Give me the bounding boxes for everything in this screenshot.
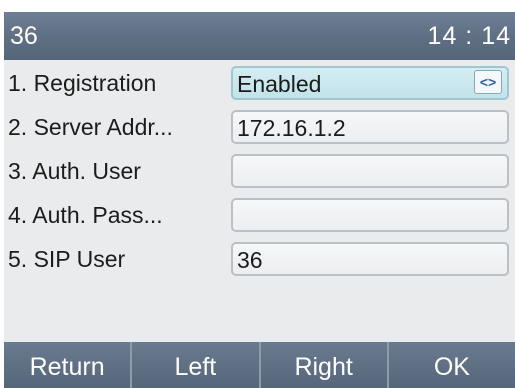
row-auth-password[interactable]: 4. Auth. Pass... bbox=[4, 194, 515, 238]
sip-user-field[interactable]: 36 bbox=[231, 242, 509, 276]
softkey-bar: Return Left Right OK bbox=[4, 342, 515, 388]
left-softkey[interactable]: Left bbox=[130, 342, 258, 388]
registration-value: Enabled bbox=[237, 71, 322, 97]
auth-password-label: 4. Auth. Pass... bbox=[8, 202, 163, 228]
auth-user-label: 3. Auth. User bbox=[8, 158, 141, 184]
status-bar: 36 14 : 14 bbox=[4, 12, 515, 60]
row-sip-user[interactable]: 5. SIP User 36 bbox=[4, 238, 515, 282]
phone-screen: 36 14 : 14 1. Registration Enabled <> 2.… bbox=[4, 12, 515, 388]
clock: 14 : 14 bbox=[427, 22, 511, 50]
registration-label: 1. Registration bbox=[8, 70, 157, 96]
account-settings-list: 1. Registration Enabled <> 2. Server Add… bbox=[4, 60, 515, 342]
auth-password-field[interactable] bbox=[231, 198, 509, 232]
auth-user-field[interactable] bbox=[231, 154, 509, 188]
registration-select[interactable]: Enabled <> bbox=[231, 66, 509, 100]
return-softkey[interactable]: Return bbox=[4, 342, 130, 388]
row-registration[interactable]: 1. Registration Enabled <> bbox=[4, 62, 515, 106]
row-server-address[interactable]: 2. Server Addr... 172.16.1.2 bbox=[4, 106, 515, 150]
extension-number: 36 bbox=[10, 22, 38, 50]
right-softkey[interactable]: Right bbox=[258, 342, 387, 388]
sip-user-label: 5. SIP User bbox=[8, 246, 126, 272]
server-address-label: 2. Server Addr... bbox=[8, 114, 173, 140]
sip-user-value: 36 bbox=[237, 247, 263, 273]
row-auth-user[interactable]: 3. Auth. User bbox=[4, 150, 515, 194]
server-address-value: 172.16.1.2 bbox=[237, 115, 346, 141]
left-right-arrows-icon[interactable]: <> bbox=[474, 70, 502, 94]
ok-softkey[interactable]: OK bbox=[386, 342, 515, 388]
server-address-field[interactable]: 172.16.1.2 bbox=[231, 110, 509, 144]
